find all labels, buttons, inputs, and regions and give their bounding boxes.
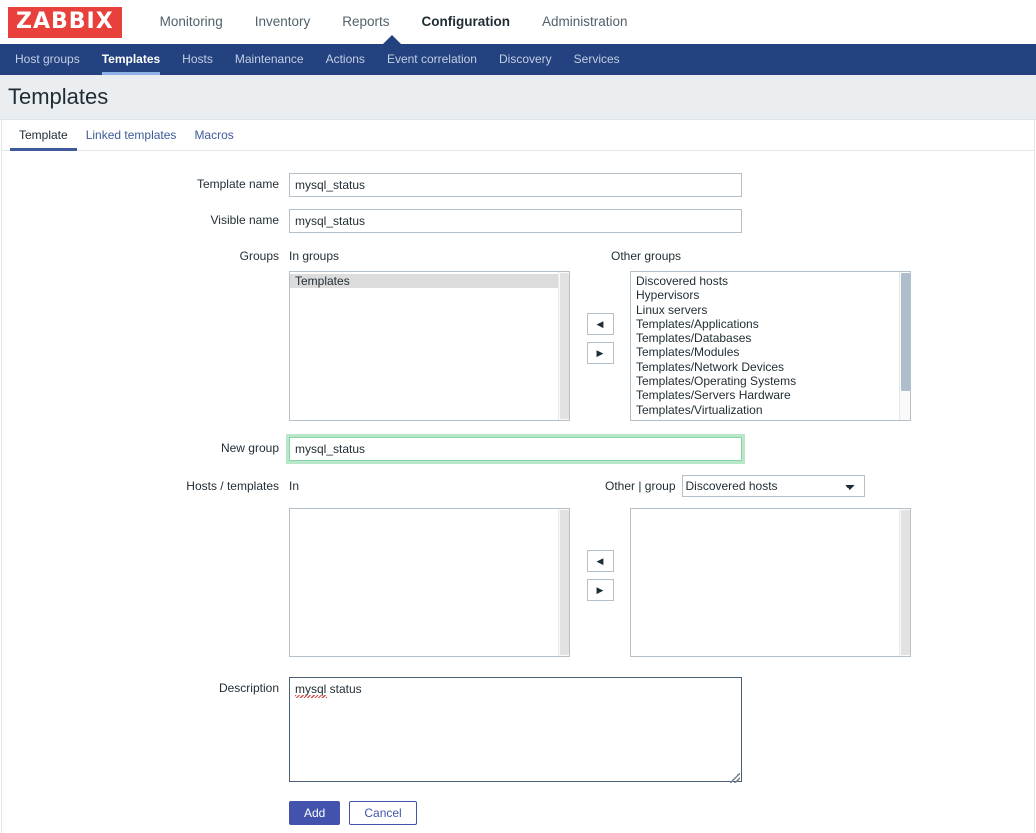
subnav-item-services[interactable]: Services xyxy=(563,44,631,75)
list-item[interactable]: Linux servers xyxy=(631,303,910,317)
form-actions-row: Add Cancel xyxy=(2,801,1034,825)
label-groups: Groups xyxy=(239,249,279,263)
list-item[interactable]: Discovered hosts xyxy=(631,274,910,288)
active-nav-pointer-icon xyxy=(383,35,401,44)
label-description: Description xyxy=(218,681,279,695)
hosts-templates-column-headers: In Other | group Discovered hosts xyxy=(289,475,1034,497)
other-groups-listbox[interactable]: Discovered hosts Hypervisors Linux serve… xyxy=(630,271,911,421)
visible-name-input[interactable] xyxy=(289,209,742,233)
list-item[interactable]: Templates/Network Devices xyxy=(631,360,910,374)
in-groups-scrollbar[interactable] xyxy=(558,272,569,420)
subnav-item-event-correlation[interactable]: Event correlation xyxy=(376,44,488,75)
list-item[interactable]: Templates xyxy=(290,274,569,289)
field-row-visible-name: Visible name xyxy=(2,209,1034,233)
form-tabs: Template Linked templates Macros xyxy=(2,120,1034,151)
label-other-groups: Other groups xyxy=(611,249,682,263)
other-groups-options: Discovered hosts Hypervisors Linux serve… xyxy=(631,272,910,417)
subnav-item-maintenance[interactable]: Maintenance xyxy=(224,44,315,75)
in-hosts-scrollbar[interactable] xyxy=(558,509,569,656)
nav-item-monitoring[interactable]: Monitoring xyxy=(144,0,239,44)
form-buttons: Add Cancel xyxy=(289,801,1034,825)
list-item[interactable]: Templates/Modules xyxy=(631,345,910,359)
list-item[interactable]: Templates/Databases xyxy=(631,331,910,345)
list-item[interactable]: Templates/Operating Systems xyxy=(631,374,910,388)
subnav-item-hosts[interactable]: Hosts xyxy=(171,44,224,75)
label-template-name: Template name xyxy=(196,177,279,191)
in-hosts-options xyxy=(290,509,569,511)
list-item[interactable]: Templates/Applications xyxy=(631,317,910,331)
other-group-select[interactable]: Discovered hosts xyxy=(681,475,865,497)
field-row-description: Description xyxy=(2,677,1034,785)
move-left-button[interactable]: ◀ xyxy=(586,550,614,572)
groups-transfer-buttons: ◀ ▶ xyxy=(570,271,630,364)
nav-item-configuration[interactable]: Configuration xyxy=(406,0,526,44)
zabbix-logo[interactable]: ZABBIX xyxy=(8,6,122,38)
field-row-template-name: Template name xyxy=(2,173,1034,197)
new-group-input[interactable] xyxy=(289,437,742,461)
top-header: ZABBIX Monitoring Inventory Reports Conf… xyxy=(0,0,1036,44)
page-title: Templates xyxy=(8,84,109,109)
move-left-button[interactable]: ◀ xyxy=(586,313,614,335)
add-button[interactable]: Add xyxy=(289,801,341,825)
field-row-hosts-templates: Hosts / templates In Other | group Disco… xyxy=(2,475,1034,657)
subnav-item-actions[interactable]: Actions xyxy=(315,44,376,75)
tab-template[interactable]: Template xyxy=(10,128,77,151)
template-name-input[interactable] xyxy=(289,173,742,197)
tab-macros[interactable]: Macros xyxy=(185,128,242,150)
move-right-button[interactable]: ▶ xyxy=(586,342,614,364)
subnav-item-discovery[interactable]: Discovery xyxy=(488,44,563,75)
other-hosts-options xyxy=(631,509,910,511)
label-hosts-templates: Hosts / templates xyxy=(186,479,279,493)
move-right-button[interactable]: ▶ xyxy=(586,579,614,601)
content-card: Template Linked templates Macros Templat… xyxy=(1,120,1035,833)
nav-item-administration[interactable]: Administration xyxy=(526,0,644,44)
tab-linked-templates[interactable]: Linked templates xyxy=(77,128,186,150)
nav-item-inventory[interactable]: Inventory xyxy=(239,0,327,44)
label-other-group: Other | group xyxy=(605,479,676,493)
subnav-item-templates[interactable]: Templates xyxy=(91,44,171,75)
in-hosts-listbox[interactable] xyxy=(289,508,570,657)
other-groups-scrollbar[interactable] xyxy=(899,272,910,420)
groups-column-headers: In groups Other groups xyxy=(289,245,1034,263)
description-textarea[interactable] xyxy=(289,677,742,782)
field-row-groups: Groups In groups Other groups Templates xyxy=(2,245,1034,421)
page-title-band: Templates xyxy=(0,75,1036,120)
list-item[interactable]: Templates/Virtualization xyxy=(631,403,910,417)
label-in: In xyxy=(289,479,300,493)
list-item[interactable]: Templates/Servers Hardware xyxy=(631,388,910,402)
field-row-new-group: New group xyxy=(2,437,1034,461)
template-form: Template name Visible name Groups In gro… xyxy=(2,151,1034,825)
hosts-templates-dual-list: ◀ ▶ xyxy=(289,508,1034,657)
label-new-group: New group xyxy=(220,441,279,455)
subnav-item-host-groups[interactable]: Host groups xyxy=(4,44,91,75)
groups-dual-list: Templates ◀ ▶ Discovered hosts Hyperviso… xyxy=(289,271,1034,421)
other-hosts-scrollbar[interactable] xyxy=(899,509,910,656)
hosts-transfer-buttons: ◀ ▶ xyxy=(570,508,630,601)
sub-navigation: Host groups Templates Hosts Maintenance … xyxy=(0,44,1036,75)
in-groups-options: Templates xyxy=(290,272,569,289)
list-item[interactable]: Hypervisors xyxy=(631,288,910,302)
label-visible-name: Visible name xyxy=(210,213,279,227)
in-groups-listbox[interactable]: Templates xyxy=(289,271,570,421)
other-hosts-listbox[interactable] xyxy=(630,508,911,657)
label-in-groups: In groups xyxy=(289,249,340,263)
cancel-button[interactable]: Cancel xyxy=(349,801,417,825)
